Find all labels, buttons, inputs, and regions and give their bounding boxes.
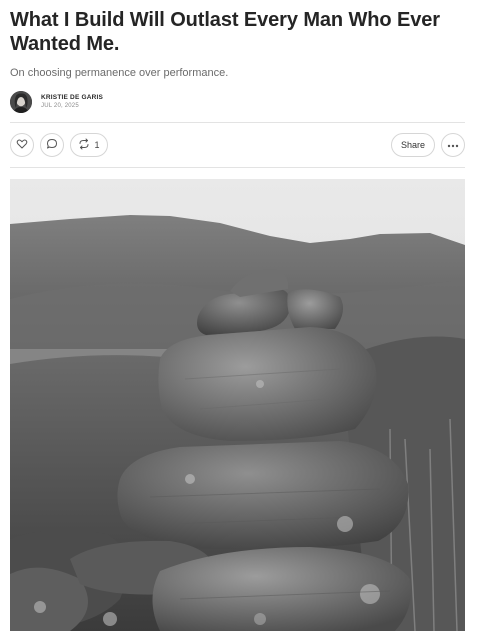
right-actions: Share bbox=[391, 133, 465, 157]
more-options-button[interactable] bbox=[441, 133, 465, 157]
like-button[interactable] bbox=[10, 133, 34, 157]
ellipsis-icon bbox=[447, 140, 459, 150]
divider bbox=[10, 167, 465, 168]
post-subtitle: On choosing permanence over performance. bbox=[10, 67, 229, 79]
post-actions: 1 Share bbox=[10, 123, 465, 167]
restack-button[interactable]: 1 bbox=[70, 133, 108, 157]
share-button[interactable]: Share bbox=[391, 133, 435, 157]
restack-count: 1 bbox=[94, 140, 100, 150]
byline: KRISTIE DE GARIS JUL 20, 2025 bbox=[10, 90, 465, 114]
byline-meta: KRISTIE DE GARIS JUL 20, 2025 bbox=[41, 93, 103, 111]
comment-button[interactable] bbox=[40, 133, 64, 157]
post-date: JUL 20, 2025 bbox=[41, 103, 79, 109]
restack-icon bbox=[78, 138, 90, 152]
post-title: What I Build Will Outlast Every Man Who … bbox=[10, 9, 440, 55]
comment-icon bbox=[46, 138, 58, 152]
author-avatar[interactable] bbox=[10, 91, 32, 113]
heart-icon bbox=[16, 138, 28, 152]
post-container: What I Build Will Outlast Every Man Who … bbox=[10, 0, 465, 631]
author-name[interactable]: KRISTIE DE GARIS bbox=[41, 93, 103, 102]
hero-image[interactable] bbox=[10, 179, 465, 631]
